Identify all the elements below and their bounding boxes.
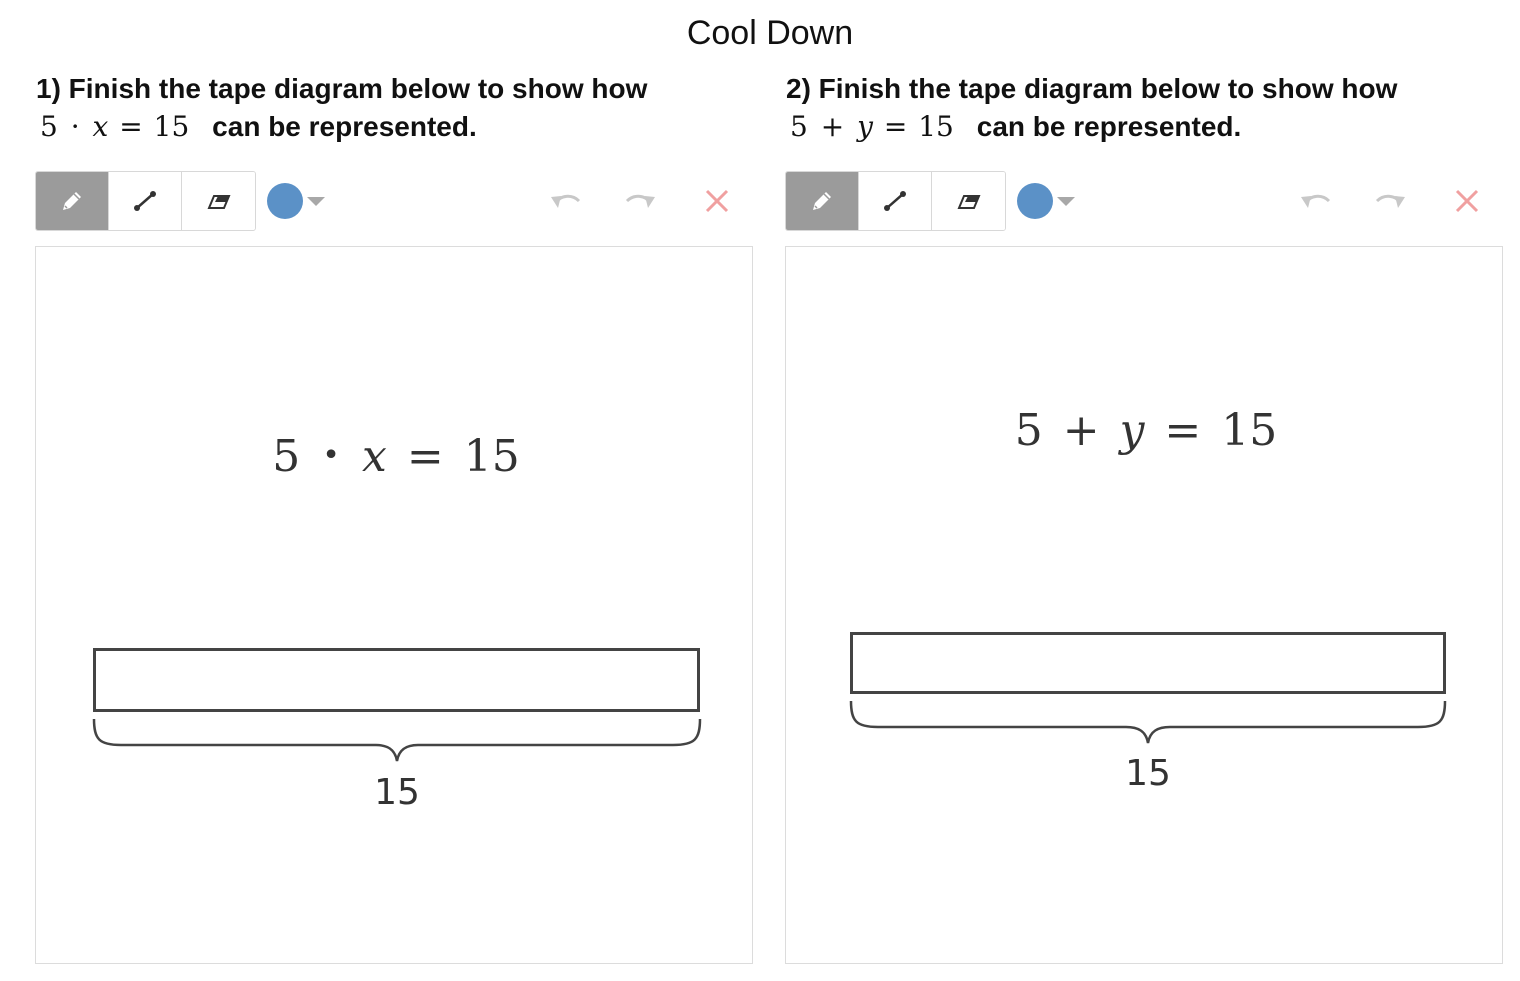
question-1-prompt-math: 5 · x = 15 can be represented.	[36, 108, 756, 146]
question-2-prompt-math: 5 + y = 15 can be represented.	[786, 108, 1506, 146]
close-icon	[705, 189, 729, 213]
question-2-equation: 5 + y = 15	[790, 110, 954, 143]
diagram-2-equation: 5 + y = 15	[1014, 405, 1278, 456]
clear-button[interactable]	[1447, 183, 1487, 219]
chevron-down-icon[interactable]	[1057, 196, 1075, 206]
drawing-toolbar-1	[35, 171, 755, 231]
line-icon	[884, 191, 906, 211]
question-2-prompt: 2) Finish the tape diagram below to show…	[786, 73, 1398, 104]
clear-button[interactable]	[697, 183, 737, 219]
undo-icon	[551, 194, 581, 208]
drawing-toolbar-2	[785, 171, 1505, 231]
page-title: Cool Down	[686, 14, 854, 52]
eraser-tool-button[interactable]	[182, 172, 255, 230]
question-1-prompt-rest: can be represented.	[212, 111, 477, 142]
tape-brace-2	[849, 700, 1447, 744]
eraser-icon	[957, 195, 980, 209]
diagram-1-equation: 5 • x = 15	[272, 431, 520, 482]
question-1-prompt: 1) Finish the tape diagram below to show…	[36, 73, 648, 104]
undo-icon	[1301, 194, 1331, 208]
tape-total-label-2: 15	[1125, 753, 1171, 794]
question-2: 2) Finish the tape diagram below to show…	[786, 70, 1506, 146]
drawing-canvas-1[interactable]: 5 • x = 15 15	[35, 246, 753, 964]
pencil-icon	[63, 192, 81, 210]
pencil-icon	[813, 192, 831, 210]
tape-bar-2	[850, 632, 1446, 694]
line-tool-button[interactable]	[109, 172, 182, 230]
color-swatch[interactable]	[1017, 183, 1053, 219]
tool-group-2	[785, 171, 1006, 231]
color-swatch[interactable]	[267, 183, 303, 219]
undo-button[interactable]	[545, 183, 585, 219]
pencil-tool-button[interactable]	[786, 172, 859, 230]
line-icon	[134, 191, 156, 211]
tape-brace-1	[92, 718, 702, 762]
line-tool-button[interactable]	[859, 172, 932, 230]
question-2-prompt-rest: can be represented.	[976, 111, 1242, 142]
color-picker-1[interactable]	[267, 183, 325, 219]
undo-button[interactable]	[1295, 183, 1335, 219]
eraser-icon	[207, 195, 230, 209]
tape-total-label-1: 15	[374, 772, 420, 813]
redo-button[interactable]	[621, 183, 661, 219]
question-1: 1) Finish the tape diagram below to show…	[36, 70, 756, 146]
color-picker-2[interactable]	[1017, 183, 1075, 219]
redo-button[interactable]	[1371, 183, 1411, 219]
drawing-canvas-2[interactable]: 5 + y = 15 15	[785, 246, 1503, 964]
tool-group-1	[35, 171, 256, 231]
redo-icon	[1375, 194, 1405, 208]
redo-icon	[625, 194, 655, 208]
chevron-down-icon[interactable]	[307, 196, 325, 206]
question-1-equation: 5 · x = 15	[40, 110, 190, 143]
close-icon	[1455, 189, 1479, 213]
tape-bar-1	[93, 648, 700, 712]
pencil-tool-button[interactable]	[36, 172, 109, 230]
eraser-tool-button[interactable]	[932, 172, 1005, 230]
